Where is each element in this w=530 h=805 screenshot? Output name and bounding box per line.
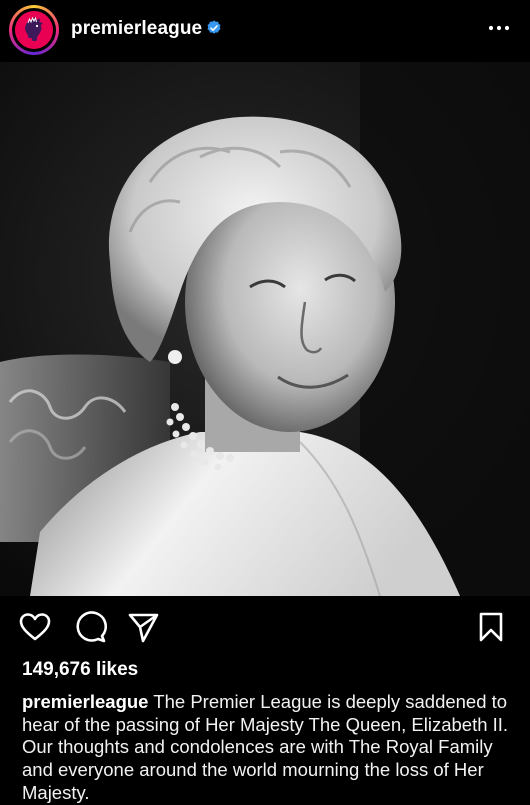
bookmark-icon[interactable] <box>474 610 508 644</box>
verified-badge-icon <box>207 20 221 34</box>
heart-icon[interactable] <box>18 610 52 644</box>
comment-icon[interactable] <box>73 610 107 644</box>
portrait-image <box>0 62 530 596</box>
caption-username[interactable]: premierleague <box>22 691 148 712</box>
post-photo[interactable] <box>0 62 530 596</box>
avatar[interactable] <box>15 11 53 49</box>
premier-league-lion-icon <box>15 11 53 49</box>
post-actions <box>0 596 530 658</box>
username[interactable]: premierleague <box>71 18 202 40</box>
more-options-icon[interactable] <box>486 17 512 39</box>
story-ring[interactable] <box>9 5 59 55</box>
post-header: premierleague <box>0 0 530 62</box>
caption: premierleague The Premier League is deep… <box>22 691 512 805</box>
send-icon[interactable] <box>126 610 160 644</box>
likes-count[interactable]: 149,676 likes <box>22 659 138 681</box>
